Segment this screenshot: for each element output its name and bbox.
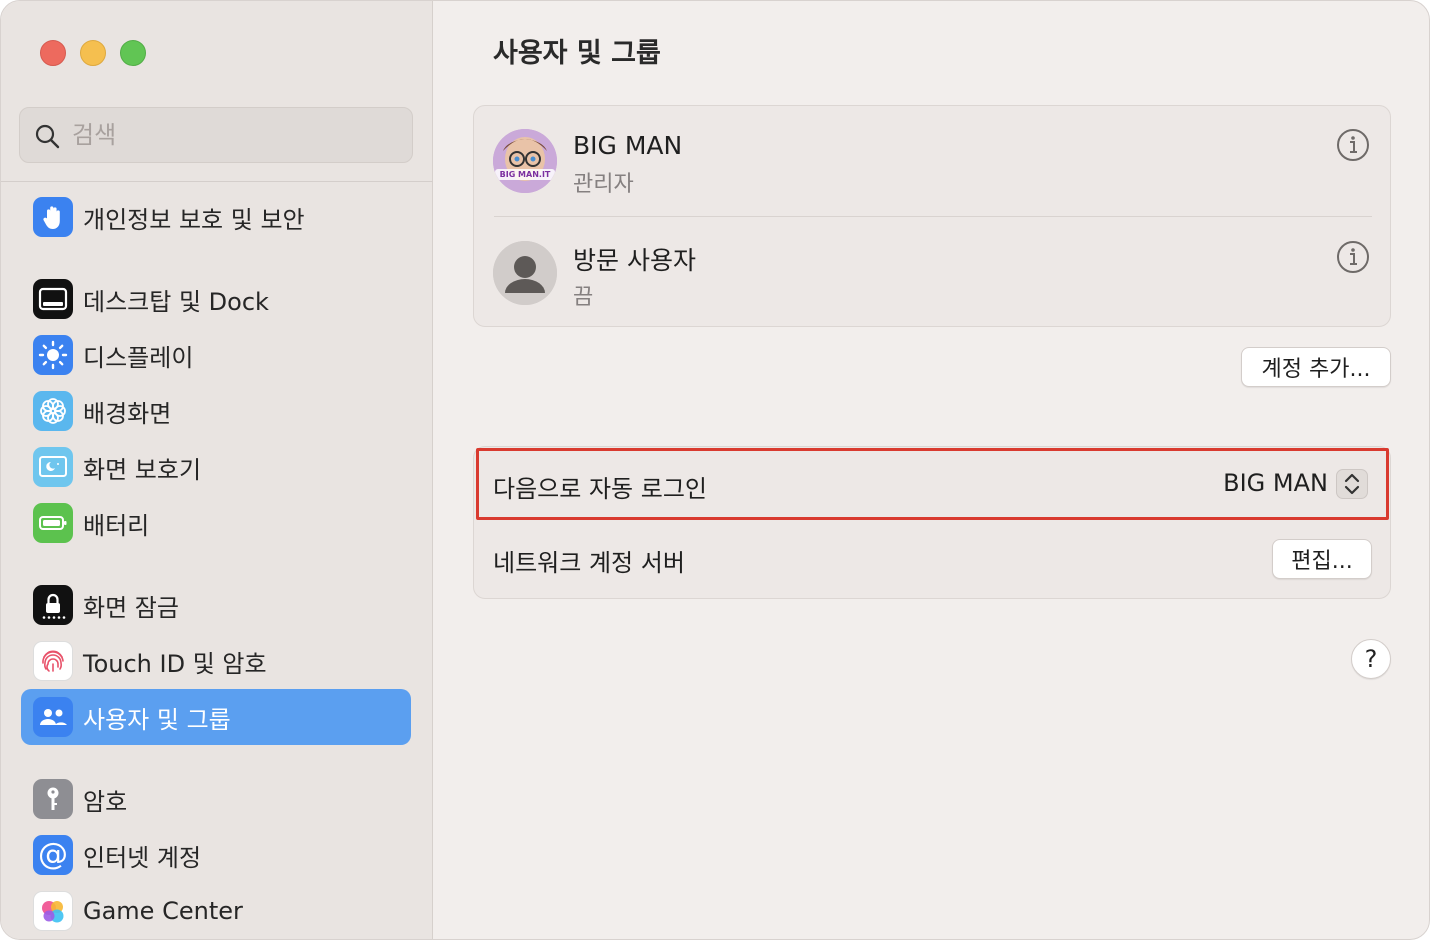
sun-icon (33, 335, 73, 375)
sidebar-item-label: 인터넷 계정 (83, 843, 202, 872)
sidebar-item-label: Game Center (83, 897, 243, 925)
info-icon[interactable] (1336, 128, 1370, 162)
user-avatar: BIG MAN.IT (493, 129, 557, 193)
battery-icon (33, 503, 73, 543)
key-icon (33, 779, 73, 819)
game-center-icon (33, 891, 73, 931)
sidebar-item-passwords[interactable]: 암호 (21, 771, 411, 827)
help-button[interactable]: ? (1351, 639, 1391, 679)
sidebar-item-desktop-dock[interactable]: 데스크탑 및 Dock (21, 271, 411, 327)
sidebar-item-internet-accounts[interactable]: @ 인터넷 계정 (21, 827, 411, 883)
lock-icon (33, 585, 73, 625)
users-icon (33, 697, 73, 737)
sidebar-item-users-groups[interactable]: 사용자 및 그룹 (21, 689, 411, 745)
sidebar-item-label: 디스플레이 (83, 343, 194, 372)
user-role: 끔 (573, 285, 594, 310)
network-server-label: 네트워크 계정 서버 (493, 549, 685, 577)
sidebar-item-label: 화면 보호기 (83, 455, 202, 484)
sidebar-item-privacy-security[interactable]: 개인정보 보호 및 보안 (21, 189, 411, 245)
sidebar-item-game-center[interactable]: Game Center (21, 883, 411, 939)
sidebar-item-label: Touch ID 및 암호 (83, 649, 267, 678)
add-account-button[interactable]: 계정 추가... (1241, 347, 1391, 387)
settings-window: 개인정보 보호 및 보안 데스크탑 및 Dock (0, 0, 1430, 940)
network-server-row: 네트워크 계정 서버 편집... (474, 521, 1390, 599)
sidebar-item-label: 사용자 및 그룹 (83, 705, 231, 734)
sidebar-item-label: 화면 잠금 (83, 593, 179, 622)
sidebar-item-battery[interactable]: 배터리 (21, 495, 411, 551)
sidebar-item-label: 배터리 (83, 511, 150, 540)
at-icon: @ (33, 835, 73, 875)
user-row-admin[interactable]: BIG MAN.IT BIG MAN 관리자 (474, 106, 1390, 216)
close-window-button[interactable] (40, 40, 66, 66)
annotation-highlight (476, 448, 1389, 520)
sidebar-item-lock-screen[interactable]: 화면 잠금 (21, 577, 411, 633)
sidebar-item-wallpaper[interactable]: 배경화면 (21, 383, 411, 439)
screensaver-icon (33, 447, 73, 487)
guest-avatar-icon (493, 241, 557, 305)
sidebar-item-screen-saver[interactable]: 화면 보호기 (21, 439, 411, 495)
search-field[interactable] (19, 107, 413, 163)
sidebar-item-label: 데스크탑 및 Dock (83, 287, 269, 316)
sidebar-item-label: 배경화면 (83, 399, 172, 428)
sidebar-item-touch-id[interactable]: Touch ID 및 암호 (21, 633, 411, 689)
user-name: BIG MAN (573, 131, 683, 160)
avatar-label: BIG MAN.IT (499, 170, 551, 179)
sidebar-item-label: 암호 (83, 787, 128, 816)
sidebar-item-displays[interactable]: 디스플레이 (21, 327, 411, 383)
info-icon[interactable] (1336, 240, 1370, 274)
page-title: 사용자 및 그룹 (493, 38, 661, 69)
sidebar-item-label: 개인정보 보호 및 보안 (83, 205, 305, 234)
flower-icon (33, 391, 73, 431)
user-role: 관리자 (573, 172, 634, 197)
dock-icon (33, 279, 73, 319)
zoom-window-button[interactable] (120, 40, 146, 66)
user-row-guest[interactable]: 방문 사용자 끔 (474, 217, 1390, 327)
hand-icon (33, 197, 73, 237)
sidebar-divider (1, 181, 433, 182)
users-card: BIG MAN.IT BIG MAN 관리자 방문 사용자 끔 (473, 105, 1391, 327)
edit-network-server-button[interactable]: 편집... (1272, 539, 1372, 579)
user-name: 방문 사용자 (573, 246, 696, 275)
minimize-window-button[interactable] (80, 40, 106, 66)
search-input[interactable] (72, 116, 402, 154)
sidebar: 개인정보 보호 및 보안 데스크탑 및 Dock (1, 1, 433, 939)
fingerprint-icon (33, 641, 73, 681)
search-icon (35, 124, 60, 149)
